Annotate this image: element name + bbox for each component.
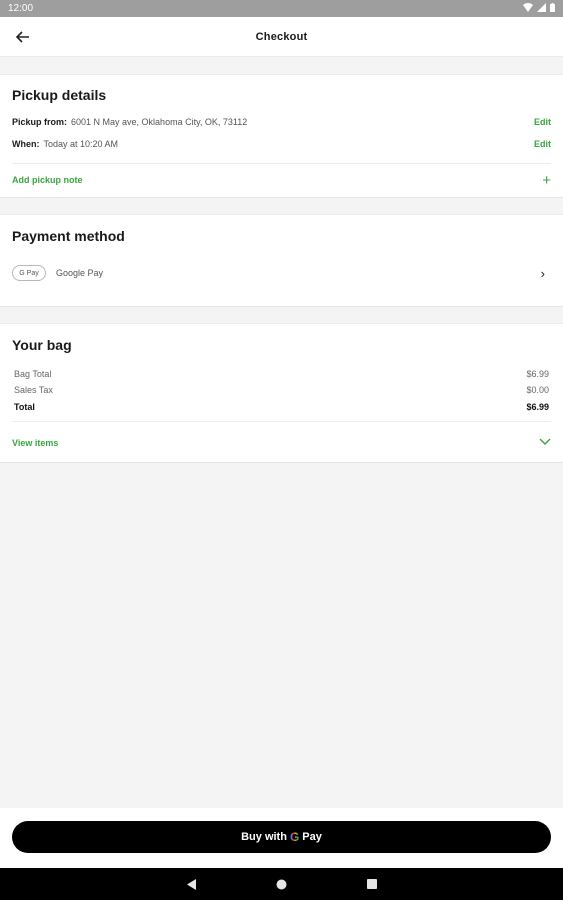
pickup-from-row: Pickup from: 6001 N May ave, Oklahoma Ci… <box>12 117 551 127</box>
pickup-when-row: When: Today at 10:20 AM Edit <box>12 139 551 149</box>
edit-pickup-time-button[interactable]: Edit <box>534 139 551 149</box>
payment-method-row[interactable]: G Pay Google Pay › <box>12 265 551 281</box>
pickup-when-label: When: <box>12 139 40 149</box>
total-label: Total <box>14 402 35 412</box>
wifi-icon <box>523 2 533 15</box>
pickup-from-value: 6001 N May ave, Oklahoma City, OK, 73112 <box>71 117 248 127</box>
pickup-from-label: Pickup from: <box>12 117 68 127</box>
chevron-down-icon[interactable] <box>539 437 551 449</box>
status-icons <box>523 2 555 15</box>
google-g-icon: G <box>289 830 300 844</box>
payment-method-card: Payment method G Pay Google Pay › <box>0 214 563 307</box>
bag-total-value: $6.99 <box>526 369 549 379</box>
add-pickup-note-link[interactable]: Add pickup note <box>12 175 83 185</box>
total-value: $6.99 <box>526 402 549 412</box>
pickup-when-value: Today at 10:20 AM <box>43 139 119 149</box>
your-bag-card: Your bag Bag Total $6.99 Sales Tax $0.00… <box>0 323 563 463</box>
checkout-footer: Buy with G Pay <box>0 808 563 868</box>
sales-tax-row: Sales Tax $0.00 <box>14 385 549 395</box>
pickup-details-title: Pickup details <box>12 87 107 103</box>
page-title: Checkout <box>255 30 308 43</box>
nav-recents-icon[interactable] <box>365 877 379 891</box>
divider <box>12 163 551 164</box>
signal-icon <box>537 2 546 15</box>
status-bar: 12:00 <box>0 0 563 17</box>
bag-total-row: Bag Total $6.99 <box>14 369 549 379</box>
system-navigation-bar <box>0 868 563 900</box>
pickup-details-card: Pickup details Pickup from: 6001 N May a… <box>0 74 563 198</box>
google-pay-badge-icon: G Pay <box>12 265 46 281</box>
back-arrow-icon[interactable] <box>12 27 34 47</box>
divider <box>12 421 551 422</box>
payment-method-title: Payment method <box>12 228 125 244</box>
bag-total-label: Bag Total <box>14 369 52 379</box>
edit-pickup-location-button[interactable]: Edit <box>534 117 551 127</box>
nav-back-icon[interactable] <box>185 877 199 891</box>
payment-method-label: Google Pay <box>56 268 104 278</box>
sales-tax-value: $0.00 <box>526 385 549 395</box>
app-bar: Checkout <box>0 17 563 57</box>
total-row: Total $6.99 <box>14 402 549 412</box>
status-time: 12:00 <box>8 3 34 14</box>
sales-tax-label: Sales Tax <box>14 385 53 395</box>
buy-button-suffix: Pay <box>302 831 322 843</box>
plus-icon[interactable]: + <box>542 173 551 188</box>
add-pickup-note-row[interactable]: Add pickup note + <box>12 173 551 188</box>
chevron-right-icon[interactable]: › <box>541 266 545 281</box>
view-items-row[interactable]: View items <box>12 438 551 448</box>
battery-icon <box>550 2 555 15</box>
buy-button-prefix: Buy with <box>241 831 287 843</box>
your-bag-title: Your bag <box>12 337 72 353</box>
nav-home-icon[interactable] <box>275 877 289 891</box>
buy-with-google-pay-button[interactable]: Buy with G Pay <box>12 821 551 853</box>
view-items-link[interactable]: View items <box>12 438 58 448</box>
